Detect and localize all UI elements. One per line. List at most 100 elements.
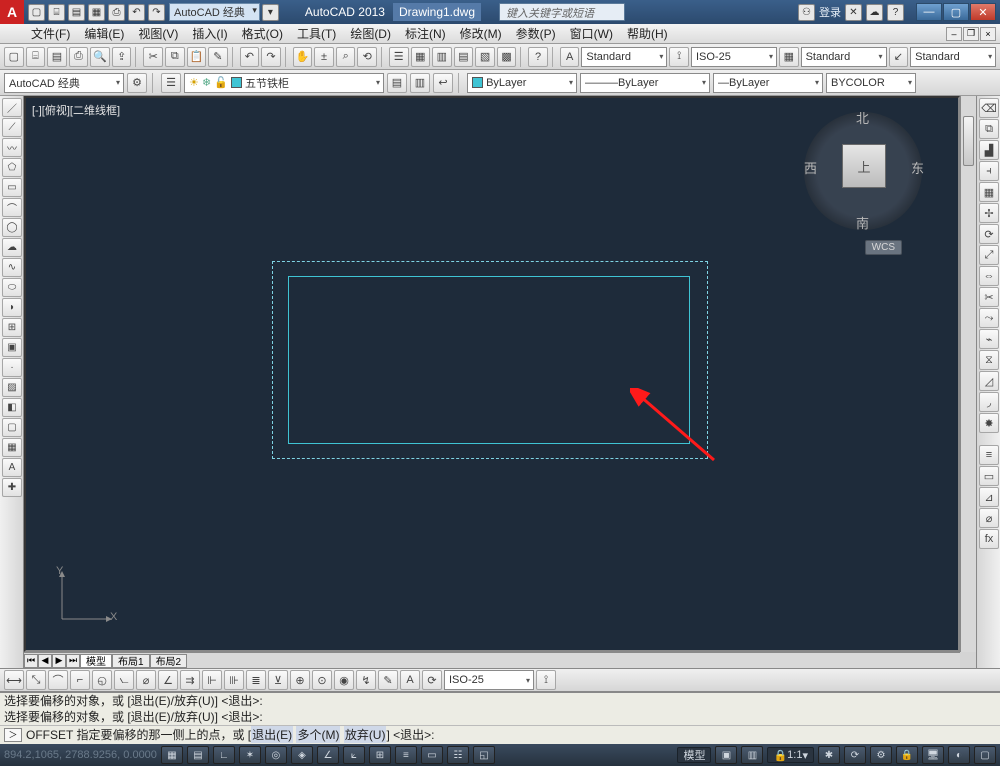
qv-layouts-icon[interactable]: ▣ xyxy=(715,746,737,764)
qnew-icon[interactable]: ▢ xyxy=(4,47,24,67)
dimstyle-combo[interactable]: ISO-25 xyxy=(691,47,777,67)
wcs-badge[interactable]: WCS xyxy=(865,240,902,255)
toolpal-icon[interactable]: ▥ xyxy=(432,47,452,67)
move-icon[interactable]: ✢ xyxy=(979,203,999,223)
dimaligned-icon[interactable]: ⤡ xyxy=(26,670,46,690)
menu-format[interactable]: 格式(O) xyxy=(235,25,290,42)
dcenter-icon[interactable]: ▦ xyxy=(411,47,431,67)
drawing-canvas[interactable]: [-][俯视][二维线框] Y X 北 南 西 东 上 WCS xyxy=(24,96,960,652)
zoom-rt-icon[interactable]: ± xyxy=(314,47,334,67)
tablestyle-icon[interactable]: ▦ xyxy=(779,47,799,67)
plot2-icon[interactable]: ⎙ xyxy=(69,47,89,67)
tab-first-icon[interactable]: ⏮ xyxy=(24,654,38,668)
isolate-icon[interactable]: ◐ xyxy=(948,746,970,764)
anno-vis-icon[interactable]: ✱ xyxy=(818,746,840,764)
mleaderstyle-combo[interactable]: Standard xyxy=(910,47,996,67)
close-button[interactable]: ✕ xyxy=(970,3,996,21)
zoom-prev-icon[interactable]: ⟲ xyxy=(357,47,377,67)
mleader-icon[interactable]: ↙ xyxy=(889,47,909,67)
tablestyle-combo[interactable]: Standard xyxy=(801,47,887,67)
publish-icon[interactable]: ⇪ xyxy=(112,47,132,67)
ws-settings-icon[interactable]: ⚙ xyxy=(127,73,147,93)
help2-icon[interactable]: ? xyxy=(528,47,548,67)
menu-edit[interactable]: 编辑(E) xyxy=(77,25,131,42)
mdi-restore-icon[interactable]: ❐ xyxy=(963,27,979,41)
help-icon[interactable]: ? xyxy=(887,4,904,21)
tab-layout2[interactable]: 布局2 xyxy=(150,654,188,668)
stayconnected-icon[interactable]: ☁ xyxy=(866,4,883,21)
hardware-icon[interactable]: 🖥 xyxy=(922,746,944,764)
undo-icon[interactable]: ↶ xyxy=(128,4,145,21)
ortho-toggle[interactable]: ∟ xyxy=(213,746,235,764)
new-icon[interactable]: ▢ xyxy=(28,4,45,21)
dimjog-icon[interactable]: ⦦ xyxy=(114,670,134,690)
preview-icon[interactable]: 🔍 xyxy=(90,47,110,67)
tab-next-icon[interactable]: ▶ xyxy=(52,654,66,668)
revcloud-icon[interactable]: ☁ xyxy=(2,238,22,257)
dimstyle2-combo[interactable]: ISO-25 xyxy=(444,670,534,690)
rectangle-icon[interactable]: ▭ xyxy=(2,178,22,197)
menu-draw[interactable]: 绘图(D) xyxy=(343,25,398,42)
polar-toggle[interactable]: ✶ xyxy=(239,746,261,764)
copy-icon[interactable]: ⧉ xyxy=(165,47,185,67)
tab-last-icon[interactable]: ⏭ xyxy=(66,654,80,668)
signin-label[interactable]: 登录 xyxy=(819,4,841,20)
chamfer-icon[interactable]: ◿ xyxy=(979,371,999,391)
menu-help[interactable]: 帮助(H) xyxy=(620,25,675,42)
cleanscreen-icon[interactable]: ▢ xyxy=(974,746,996,764)
properties-icon[interactable]: ☰ xyxy=(389,47,409,67)
constraint-icon[interactable]: ▭ xyxy=(979,466,999,486)
exchange-icon[interactable]: ✕ xyxy=(845,4,862,21)
extend-icon[interactable]: ⤳ xyxy=(979,308,999,328)
mdi-close-icon[interactable]: × xyxy=(980,27,996,41)
dimcont-icon[interactable]: ⊪ xyxy=(224,670,244,690)
snap-toggle[interactable]: ▦ xyxy=(161,746,183,764)
paste-icon[interactable]: 📋 xyxy=(187,47,207,67)
pan-icon[interactable]: ✋ xyxy=(293,47,313,67)
rotate-icon[interactable]: ⟳ xyxy=(979,224,999,244)
stretch-icon[interactable]: ⇔ xyxy=(979,266,999,286)
qv-drawings-icon[interactable]: ▥ xyxy=(741,746,763,764)
dimbreak-icon[interactable]: ⊻ xyxy=(268,670,288,690)
command-window[interactable]: 选择要偏移的对象，或 [退出(E)/放弃(U)] <退出>: 选择要偏移的对象，… xyxy=(0,692,1000,744)
param-icon[interactable]: fx xyxy=(979,529,999,549)
menu-view[interactable]: 视图(V) xyxy=(131,25,185,42)
markup-icon[interactable]: ▧ xyxy=(475,47,495,67)
viewcube[interactable]: 北 南 西 东 上 xyxy=(798,106,928,236)
dimord-icon[interactable]: ⌐ xyxy=(70,670,90,690)
minimize-button[interactable]: — xyxy=(916,3,942,21)
osnap-toggle[interactable]: ◎ xyxy=(265,746,287,764)
cut-icon[interactable]: ✂ xyxy=(143,47,163,67)
dimdia-icon[interactable]: ⌀ xyxy=(136,670,156,690)
trim-icon[interactable]: ✂ xyxy=(979,287,999,307)
saveas-icon[interactable]: ▦ xyxy=(88,4,105,21)
mdi-minimize-icon[interactable]: – xyxy=(946,27,962,41)
hatch-icon[interactable]: ▨ xyxy=(2,378,22,397)
linetype-combo[interactable]: ——— ByLayer xyxy=(580,73,710,93)
addsel-icon[interactable]: ✚ xyxy=(2,478,22,497)
save2-icon[interactable]: ▤ xyxy=(47,47,67,67)
dimc-icon[interactable]: ⊿ xyxy=(979,487,999,507)
qat-more-icon[interactable]: ▾ xyxy=(262,4,279,21)
ellipsearc-icon[interactable]: ◗ xyxy=(2,298,22,317)
textstyle-combo[interactable]: Standard xyxy=(581,47,667,67)
dimedit-icon[interactable]: ✎ xyxy=(378,670,398,690)
workspace-combo[interactable]: AutoCAD 经典 xyxy=(4,73,124,93)
help-search-input[interactable]: 键入关键字或短语 xyxy=(499,3,625,21)
circle-icon[interactable]: ◯ xyxy=(2,218,22,237)
menu-window[interactable]: 窗口(W) xyxy=(563,25,620,42)
layer-states-icon[interactable]: ▤ xyxy=(387,73,407,93)
grid-toggle[interactable]: ▤ xyxy=(187,746,209,764)
join-icon[interactable]: ⧖ xyxy=(979,350,999,370)
match-icon[interactable]: ✎ xyxy=(208,47,228,67)
space-toggle[interactable]: 模型 xyxy=(677,747,711,763)
otrack-toggle[interactable]: ∠ xyxy=(317,746,339,764)
point-icon[interactable]: · xyxy=(2,358,22,377)
spline-icon[interactable]: ∿ xyxy=(2,258,22,277)
viewport-label[interactable]: [-][俯视][二维线框] xyxy=(32,102,120,118)
dimtedit-icon[interactable]: A xyxy=(400,670,420,690)
inspect-icon[interactable]: ◉ xyxy=(334,670,354,690)
mtext-icon[interactable]: A xyxy=(2,458,22,477)
dist-icon[interactable]: ≡ xyxy=(979,445,999,465)
open2-icon[interactable]: ⌸ xyxy=(26,47,46,67)
